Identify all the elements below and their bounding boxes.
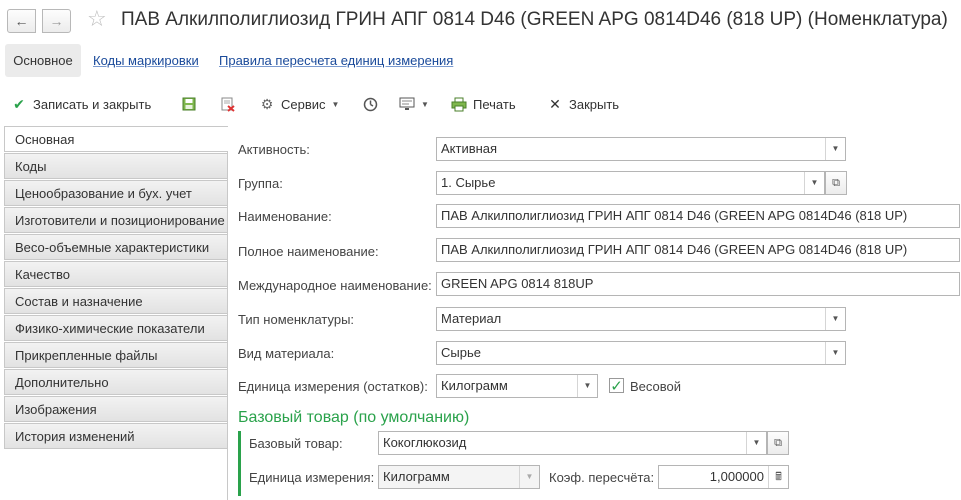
monitor-icon xyxy=(399,96,415,112)
service-menu-button[interactable]: ⚙ Сервис ▼ xyxy=(259,94,340,114)
unit-value: Килограмм xyxy=(441,378,508,393)
left-tab-weight-volume[interactable]: Весо-объемные характеристики xyxy=(4,234,228,260)
close-icon: ✕ xyxy=(549,95,561,112)
material-select[interactable]: Сырье ▼ xyxy=(436,341,846,365)
left-tab-pricing[interactable]: Ценообразование и бух. учет xyxy=(4,180,228,206)
weight-label: Весовой xyxy=(630,379,682,394)
name-field[interactable]: ПАВ Алкилполиглиозид ГРИН АПГ 0814 D46 (… xyxy=(436,204,960,228)
chevron-down-icon[interactable]: ▼ xyxy=(519,466,539,488)
activity-select[interactable]: Активная ▼ xyxy=(436,137,846,161)
left-tab-images[interactable]: Изображения xyxy=(4,396,228,422)
open-window-icon: ⧉ xyxy=(832,176,840,189)
left-tab-composition[interactable]: Состав и назначение xyxy=(4,288,228,314)
chevron-down-icon[interactable]: ▼ xyxy=(825,138,845,160)
tab-marking-codes[interactable]: Коды маркировки xyxy=(93,44,199,77)
weight-checkbox[interactable]: ✓ xyxy=(609,377,624,395)
intl-name-field[interactable]: GREEN APG 0814 818UP xyxy=(436,272,960,296)
tab-unit-conversion-rules[interactable]: Правила пересчета единиц измерения xyxy=(219,44,453,77)
save-and-close-button[interactable]: ✔ Записать и закрыть xyxy=(11,94,151,114)
chevron-down-icon[interactable]: ▼ xyxy=(804,172,824,194)
base-product-label: Базовый товар: xyxy=(249,436,343,451)
group-open-button[interactable]: ⧉ xyxy=(825,171,847,195)
material-value: Сырье xyxy=(441,345,481,360)
group-value: 1. Сырье xyxy=(441,175,496,190)
base-product-value: Кокоглюкозид xyxy=(383,435,467,450)
page-title: ПАВ Алкилполиглиозид ГРИН АПГ 0814 D46 (… xyxy=(121,9,948,30)
print-button[interactable]: Печать xyxy=(451,94,516,114)
base-unit-value: Килограмм xyxy=(383,469,450,484)
left-tab-history[interactable]: История изменений xyxy=(4,423,228,449)
group-label: Группа: xyxy=(238,176,283,191)
chevron-down-icon[interactable]: ▼ xyxy=(825,342,845,364)
save-button[interactable] xyxy=(181,94,203,114)
history-button[interactable] xyxy=(362,94,384,114)
base-product-open-button[interactable]: ⧉ xyxy=(767,431,789,455)
coef-value: 1,000000 xyxy=(709,469,764,484)
save-icon xyxy=(181,96,197,112)
type-value: Материал xyxy=(441,311,502,326)
checkmark-icon: ✔ xyxy=(13,95,25,112)
coef-label: Коэф. пересчёта: xyxy=(549,470,655,485)
base-product-section-title: Базовый товар (по умолчанию) xyxy=(238,409,470,426)
activity-value: Активная xyxy=(441,141,498,156)
gear-icon: ⚙ xyxy=(260,95,274,112)
type-label: Тип номенклатуры: xyxy=(238,312,355,327)
close-button[interactable]: ✕ Закрыть xyxy=(547,94,619,114)
clock-icon xyxy=(362,96,378,112)
left-tab-main[interactable]: Основная xyxy=(4,126,228,152)
delete-mark-button[interactable] xyxy=(220,94,242,114)
calculator-icon[interactable]: 🖩 xyxy=(768,466,788,488)
left-tabs-panel: Основная Коды Ценообразование и бух. уче… xyxy=(4,126,228,450)
left-tab-physchem[interactable]: Физико-химические показатели xyxy=(4,315,228,341)
chevron-down-icon: ▼ xyxy=(421,99,429,109)
name-label: Наименование: xyxy=(238,209,332,224)
unit-label: Единица измерения (остатков): xyxy=(238,379,428,394)
print-label: Печать xyxy=(473,96,516,112)
tab-main[interactable]: Основное xyxy=(5,44,81,77)
activity-label: Активность: xyxy=(238,142,310,157)
left-tab-quality[interactable]: Качество xyxy=(4,261,228,287)
open-window-icon: ⧉ xyxy=(774,436,782,449)
close-label: Закрыть xyxy=(569,96,620,112)
base-unit-label: Единица измерения: xyxy=(249,470,375,485)
chevron-down-icon[interactable]: ▼ xyxy=(577,375,597,397)
left-tab-codes[interactable]: Коды xyxy=(4,153,228,179)
service-label: Сервис xyxy=(281,96,326,112)
chevron-down-icon[interactable]: ▼ xyxy=(746,432,766,454)
intl-name-label: Международное наименование: xyxy=(238,278,432,293)
back-button[interactable]: ← xyxy=(7,9,36,33)
chevron-down-icon[interactable]: ▼ xyxy=(825,308,845,330)
forward-button[interactable]: → xyxy=(42,9,71,33)
arrow-right-icon: → xyxy=(49,13,64,29)
base-product-select[interactable]: Кокоглюкозид ▼ xyxy=(378,431,767,455)
left-tab-manufacturers[interactable]: Изготовители и позиционирование xyxy=(4,207,228,233)
base-unit-select[interactable]: Килограмм ▼ xyxy=(378,465,540,489)
coef-field[interactable]: 1,000000 🖩 xyxy=(658,465,789,489)
save-and-close-label: Записать и закрыть xyxy=(33,96,152,112)
unit-select[interactable]: Килограмм ▼ xyxy=(436,374,598,398)
full-name-label: Полное наименование: xyxy=(238,244,379,259)
left-tabs-divider xyxy=(227,152,228,500)
section-divider xyxy=(238,431,241,496)
full-name-field[interactable]: ПАВ Алкилполиглиозид ГРИН АПГ 0814 D46 (… xyxy=(436,238,960,262)
check-icon: ✓ xyxy=(610,377,623,395)
printer-icon xyxy=(451,96,467,112)
type-select[interactable]: Материал ▼ xyxy=(436,307,846,331)
chevron-down-icon: ▼ xyxy=(331,99,340,109)
favorite-star-icon[interactable]: ☆ xyxy=(87,6,107,32)
reports-menu-button[interactable]: ▼ xyxy=(399,94,429,114)
material-label: Вид материала: xyxy=(238,346,335,361)
left-tab-additional[interactable]: Дополнительно xyxy=(4,369,228,395)
group-select[interactable]: 1. Сырье ▼ xyxy=(436,171,825,195)
left-tab-attached-files[interactable]: Прикрепленные файлы xyxy=(4,342,228,368)
delete-document-icon xyxy=(220,96,236,112)
arrow-left-icon: ← xyxy=(14,13,29,29)
